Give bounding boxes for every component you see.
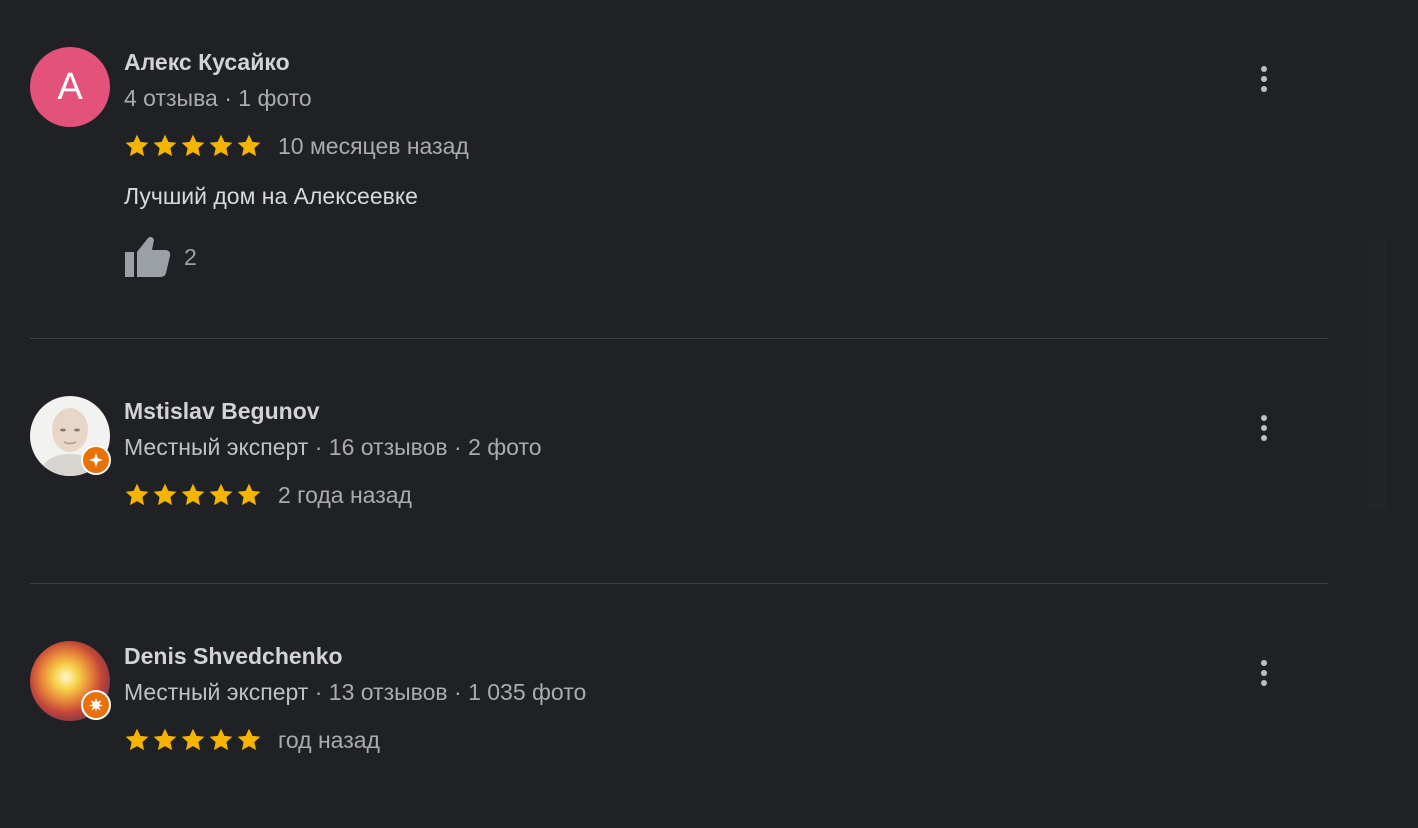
star-rating	[124, 133, 262, 159]
more-vert-icon	[1261, 415, 1267, 421]
rating-row: 10 месяцев назад	[124, 131, 469, 161]
star-icon	[181, 728, 205, 751]
reviewer-meta: 4 отзыва · 1 фото	[124, 85, 312, 111]
star-icon	[153, 483, 177, 506]
local-guide-label: Местный эксперт	[124, 679, 309, 705]
star-icon	[237, 483, 261, 506]
divider	[30, 583, 1328, 584]
thumb-up-icon[interactable]	[124, 236, 172, 278]
star-icon	[237, 134, 261, 157]
reviewer-meta: Местный эксперт · 13 отзывов · 1 035 фот…	[124, 679, 586, 706]
more-options-button[interactable]	[1250, 653, 1278, 693]
avatar[interactable]: А	[30, 47, 110, 127]
reviewer-stats: · 16 отзывов · 2 фото	[308, 434, 542, 460]
local-guide-badge-icon	[81, 690, 111, 720]
star-icon	[181, 134, 205, 157]
star-icon	[125, 728, 149, 751]
like-button[interactable]: 2	[124, 236, 197, 278]
review-date: 2 года назад	[278, 481, 412, 508]
reviewer-meta: Местный эксперт · 16 отзывов · 2 фото	[124, 434, 542, 461]
reviewer-name[interactable]: Mstislav Begunov	[124, 398, 320, 425]
star-icon	[153, 728, 177, 751]
star-icon	[209, 728, 233, 751]
star-icon	[209, 483, 233, 506]
local-guide-badge-icon	[81, 445, 111, 475]
review-date: год назад	[278, 726, 380, 753]
reviewer-name[interactable]: Алекс Кусайко	[124, 49, 290, 76]
star-icon	[181, 483, 205, 506]
divider	[30, 338, 1328, 339]
star-icon	[209, 134, 233, 157]
review-text: Лучший дом на Алексеевке	[124, 183, 418, 209]
reviewer-stats: · 13 отзывов · 1 035 фото	[308, 679, 587, 705]
local-guide-label: Местный эксперт	[124, 434, 309, 460]
rating-row: 2 года назад	[124, 480, 412, 510]
like-count: 2	[184, 243, 197, 270]
avatar[interactable]	[30, 641, 111, 721]
more-vert-icon	[1261, 660, 1267, 666]
rating-row: год назад	[124, 725, 380, 755]
review-date: 10 месяцев назад	[278, 132, 469, 159]
scrollbar-track[interactable]	[1368, 240, 1386, 510]
more-vert-icon	[1261, 66, 1267, 72]
star-icon	[125, 483, 149, 506]
star-icon	[153, 134, 177, 157]
star-rating	[124, 727, 262, 753]
avatar[interactable]	[30, 396, 111, 476]
star-icon	[237, 728, 261, 751]
star-icon	[125, 134, 149, 157]
more-options-button[interactable]	[1250, 59, 1278, 99]
reviewer-name[interactable]: Denis Shvedchenko	[124, 643, 343, 670]
more-options-button[interactable]	[1250, 408, 1278, 448]
star-rating	[124, 482, 262, 508]
